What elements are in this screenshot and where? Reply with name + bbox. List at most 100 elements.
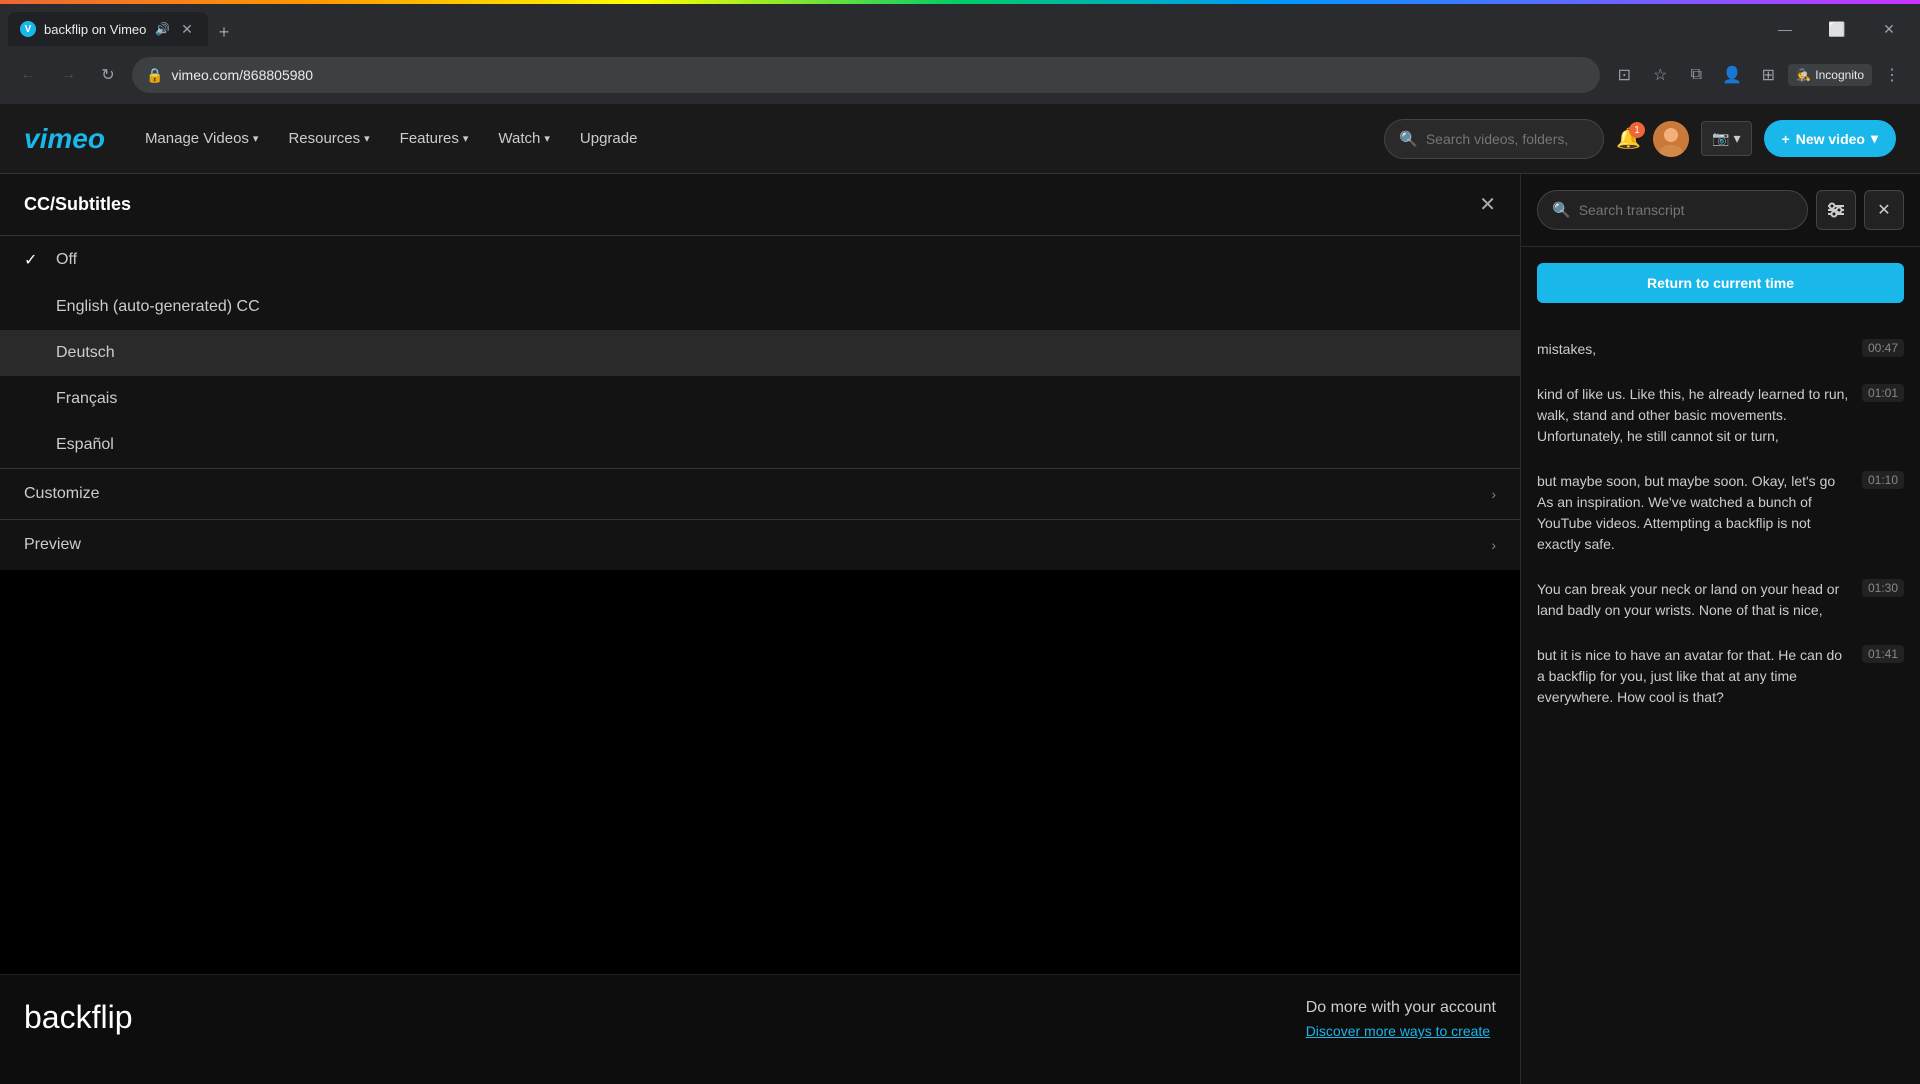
plus-icon: +: [1782, 131, 1790, 147]
reload-button[interactable]: ↻: [92, 59, 124, 91]
notification-button[interactable]: 🔔 1: [1616, 126, 1641, 151]
incognito-label: Incognito: [1815, 68, 1864, 82]
tab-favicon: V: [20, 21, 36, 37]
transcript-time: 01:30: [1862, 579, 1904, 597]
extension-icon[interactable]: ⧉: [1680, 59, 1712, 91]
chevron-down-icon: ▾: [463, 132, 469, 145]
return-to-current-time-button[interactable]: Return to current time: [1537, 263, 1904, 303]
profile-icon[interactable]: 👤: [1716, 59, 1748, 91]
transcript-close-button[interactable]: ✕: [1864, 190, 1904, 230]
video-title: backflip: [24, 999, 133, 1036]
nav-upgrade[interactable]: Upgrade: [568, 122, 650, 155]
new-tab-button[interactable]: +: [210, 18, 238, 46]
chevron-right-icon: ›: [1491, 537, 1496, 553]
nav-features[interactable]: Features ▾: [388, 122, 481, 155]
forward-button[interactable]: →: [52, 59, 84, 91]
avatar[interactable]: [1653, 121, 1689, 157]
address-bar[interactable]: 🔒 vimeo.com/868805980: [132, 57, 1600, 93]
do-more-section: Do more with your account Discover more …: [1306, 999, 1496, 1060]
transcript-text: but maybe soon, but maybe soon. Okay, le…: [1537, 471, 1850, 555]
tab-sound-icon: 🔊: [155, 22, 170, 36]
transcript-time: 01:01: [1862, 384, 1904, 402]
chevron-down-icon: ▾: [544, 132, 550, 145]
cc-preview-label: Preview: [24, 536, 81, 554]
notification-badge: 1: [1629, 122, 1645, 138]
main-content: CC/Subtitles ✕ ✓ Off English (auto-gener…: [0, 174, 1920, 1084]
cc-item-off[interactable]: ✓ Off: [0, 236, 1520, 284]
cc-customize-label: Customize: [24, 485, 100, 503]
cc-subtitles-panel: CC/Subtitles ✕ ✓ Off English (auto-gener…: [0, 174, 1520, 570]
camera-selector[interactable]: 📷 ▾: [1701, 121, 1751, 156]
tab-title: backflip on Vimeo: [44, 22, 147, 37]
cc-item-english[interactable]: English (auto-generated) CC: [0, 284, 1520, 330]
cc-close-button[interactable]: ✕: [1479, 192, 1496, 217]
cc-customize-button[interactable]: Customize ›: [0, 468, 1520, 519]
search-icon: 🔍: [1399, 130, 1418, 148]
window-controls: — ⬜ ✕: [1762, 12, 1912, 46]
search-input[interactable]: [1426, 131, 1576, 147]
transcript-text: but it is nice to have an avatar for tha…: [1537, 645, 1850, 708]
transcript-time: 00:47: [1862, 339, 1904, 357]
chevron-right-icon: ›: [1491, 486, 1496, 502]
transcript-entry[interactable]: kind of like us. Like this, he already l…: [1521, 372, 1920, 459]
transcript-content: mistakes, 00:47 kind of like us. Like th…: [1521, 319, 1920, 1084]
cc-item-deutsch[interactable]: Deutsch: [0, 330, 1520, 376]
video-area: CC/Subtitles ✕ ✓ Off English (auto-gener…: [0, 174, 1520, 1084]
minimize-button[interactable]: —: [1762, 12, 1808, 46]
cc-item-english-label: English (auto-generated) CC: [56, 298, 260, 316]
check-icon: ✓: [24, 250, 44, 270]
transcript-text: kind of like us. Like this, he already l…: [1537, 384, 1850, 447]
transcript-entry[interactable]: but maybe soon, but maybe soon. Okay, le…: [1521, 459, 1920, 567]
bottom-bar: backflip Do more with your account Disco…: [0, 974, 1520, 1084]
cc-panel-header: CC/Subtitles ✕: [0, 174, 1520, 236]
chevron-down-icon: ▾: [1871, 130, 1878, 147]
chevron-down-icon: ▾: [1734, 130, 1741, 147]
cc-preview-button[interactable]: Preview ›: [0, 519, 1520, 570]
new-video-button[interactable]: + New video ▾: [1764, 120, 1896, 157]
sidebar-icon[interactable]: ⊞: [1752, 59, 1784, 91]
transcript-entry[interactable]: mistakes, 00:47: [1521, 327, 1920, 372]
cc-item-espanol[interactable]: Español: [0, 422, 1520, 468]
cast-icon[interactable]: ⊡: [1608, 59, 1640, 91]
transcript-search-bar[interactable]: 🔍: [1537, 190, 1808, 230]
do-more-link[interactable]: Discover more ways to create: [1306, 1023, 1496, 1039]
search-icon: 🔍: [1552, 201, 1571, 219]
transcript-time: 01:10: [1862, 471, 1904, 489]
camera-icon: 📷: [1712, 130, 1729, 147]
transcript-filter-button[interactable]: [1816, 190, 1856, 230]
transcript-text: You can break your neck or land on your …: [1537, 579, 1850, 621]
tab-close-button[interactable]: ✕: [178, 20, 196, 38]
search-bar[interactable]: 🔍: [1384, 119, 1604, 159]
more-options-button[interactable]: ⋮: [1876, 59, 1908, 91]
url-text: vimeo.com/868805980: [171, 67, 1586, 83]
cc-item-deutsch-label: Deutsch: [56, 344, 115, 362]
video-title-section: backflip: [24, 999, 133, 1060]
cc-item-francais-label: Français: [56, 390, 117, 408]
active-tab[interactable]: V backflip on Vimeo 🔊 ✕: [8, 12, 208, 46]
vimeo-logo[interactable]: vimeo: [24, 123, 105, 155]
lock-icon: 🔒: [146, 67, 163, 84]
nav-resources[interactable]: Resources ▾: [276, 122, 381, 155]
back-button[interactable]: ←: [12, 59, 44, 91]
transcript-panel: 🔍 ✕ Return to current time mistakes, 00:…: [1520, 174, 1920, 1084]
cc-panel-title: CC/Subtitles: [24, 194, 131, 215]
transcript-entry[interactable]: but it is nice to have an avatar for tha…: [1521, 633, 1920, 720]
tab-bar: V backflip on Vimeo 🔊 ✕ + — ⬜ ✕: [0, 4, 1920, 46]
cc-item-off-label: Off: [56, 251, 77, 269]
close-window-button[interactable]: ✕: [1866, 12, 1912, 46]
maximize-button[interactable]: ⬜: [1814, 12, 1860, 46]
nav-manage-videos[interactable]: Manage Videos ▾: [133, 122, 271, 155]
transcript-entry[interactable]: You can break your neck or land on your …: [1521, 567, 1920, 633]
bookmark-icon[interactable]: ☆: [1644, 59, 1676, 91]
nav-watch[interactable]: Watch ▾: [486, 122, 561, 155]
do-more-title: Do more with your account: [1306, 999, 1496, 1017]
main-nav: Manage Videos ▾ Resources ▾ Features ▾ W…: [133, 122, 1384, 155]
browser-chrome: V backflip on Vimeo 🔊 ✕ + — ⬜ ✕ ← → ↻ 🔒 …: [0, 0, 1920, 104]
incognito-badge: 🕵 Incognito: [1788, 64, 1872, 86]
incognito-icon: 🕵: [1796, 68, 1811, 82]
cc-item-espanol-label: Español: [56, 436, 114, 454]
cc-item-francais[interactable]: Français: [0, 376, 1520, 422]
transcript-header: 🔍 ✕: [1521, 174, 1920, 247]
transcript-search-input[interactable]: [1579, 202, 1793, 218]
chevron-down-icon: ▾: [253, 132, 259, 145]
